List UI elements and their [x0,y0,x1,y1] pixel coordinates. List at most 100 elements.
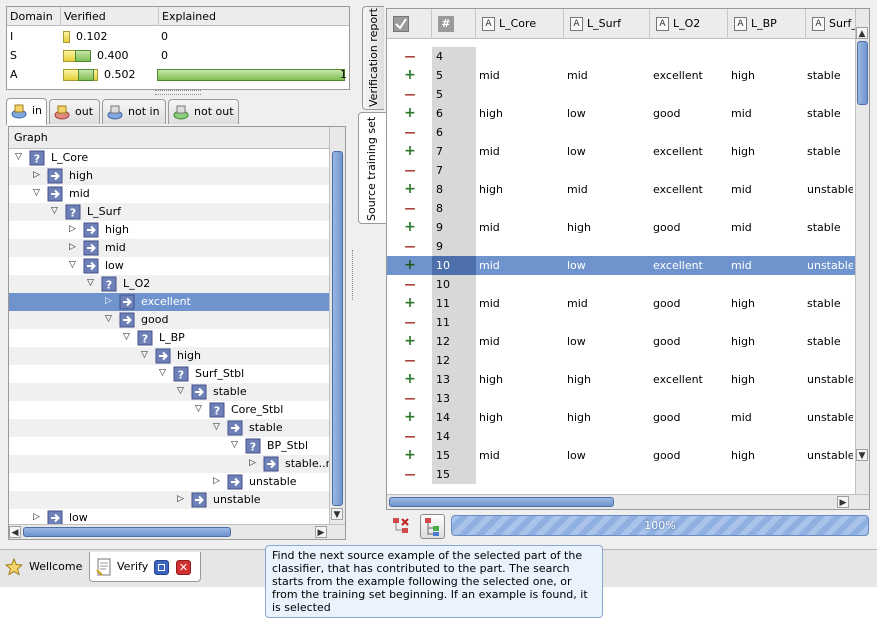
tree-node[interactable]: ▽? L_Core [9,149,329,167]
grid-row[interactable]: +10 mid low excellent mid unstable [387,256,855,275]
positive-example-icon[interactable]: + [403,408,417,427]
negative-example-icon[interactable]: — [403,351,417,370]
grid-cell[interactable]: unstable [807,446,853,465]
grid-cell[interactable]: mid [479,332,559,351]
collapsed-triangle-icon[interactable]: ▷ [175,494,186,505]
grid-cell[interactable]: high [731,370,811,389]
grid-cell[interactable]: excellent [653,256,733,275]
grid-cell[interactable]: high [567,370,647,389]
grid-cell[interactable]: low [567,142,647,161]
grid-cell[interactable]: high [479,104,559,123]
column-header-domain[interactable]: Domain [7,7,61,26]
negative-example-icon[interactable]: — [403,47,417,66]
tree-node[interactable]: ▽? L_Surf [9,203,329,221]
negative-example-icon[interactable]: — [403,427,417,446]
column-header-l-surf[interactable]: A L_Surf [564,9,650,39]
grid-cell[interactable]: good [653,218,733,237]
tree-node[interactable]: ▽? Core_Stbl [9,401,329,419]
grid-cell[interactable]: unstable [807,256,853,275]
column-header-explained[interactable]: Explained [159,7,349,26]
grid-cell[interactable]: mid [479,142,559,161]
grid-cell[interactable]: unstable [807,408,853,427]
tree-node[interactable]: ▷ high [9,221,329,239]
grid-row[interactable]: —6 [387,123,855,142]
grid-cell[interactable]: unstable [807,180,853,199]
grid-cell[interactable]: good [653,104,733,123]
tree-vertical-scroll-thumb[interactable] [332,151,343,506]
grid-row[interactable]: +8 high mid excellent mid unstable [387,180,855,199]
grid-cell[interactable]: good [653,332,733,351]
tree-node[interactable]: ▷ high [9,167,329,185]
grid-cell[interactable]: mid [731,104,811,123]
grid-cell[interactable]: stable [807,142,853,161]
negative-example-icon[interactable]: — [403,123,417,142]
expanded-triangle-icon[interactable]: ▽ [229,440,240,451]
grid-horizontal-scroll-thumb[interactable] [389,497,614,507]
grid-row[interactable]: +13 high high excellent high unstable [387,370,855,389]
collapsed-triangle-icon[interactable]: ▷ [211,476,222,487]
expanded-triangle-icon[interactable]: ▽ [103,314,114,325]
grid-row[interactable]: +14 high high good mid unstable [387,408,855,427]
tree-node[interactable]: ▷ excellent [9,293,329,311]
grid-cell[interactable]: mid [731,256,811,275]
grid-scroll-right-icon[interactable]: ▶ [837,496,849,508]
restore-window-icon[interactable] [154,560,169,575]
remove-example-button[interactable] [389,514,413,538]
grid-cell[interactable]: high [731,66,811,85]
positive-example-icon[interactable]: + [403,180,417,199]
grid-row[interactable]: +15 mid low good high unstable [387,446,855,465]
grid-cell[interactable]: stable [807,104,853,123]
grid-row[interactable]: +11 mid mid good high stable [387,294,855,313]
column-header-surf-stbl[interactable]: A Surf_Stbl [806,9,855,39]
grid-row[interactable]: +5 mid mid excellent high stable [387,66,855,85]
positive-example-icon[interactable]: + [403,294,417,313]
grid-cell[interactable]: mid [479,256,559,275]
collapsed-triangle-icon[interactable]: ▷ [67,224,78,235]
grid-cell[interactable]: unstable [807,370,853,389]
positive-example-icon[interactable]: + [403,370,417,389]
positive-example-icon[interactable]: + [403,218,417,237]
tab-source-training-set[interactable]: Source training set [358,112,386,224]
grid-cell[interactable]: high [731,142,811,161]
column-header-l-bp[interactable]: A L_BP [728,9,806,39]
splitter-handle[interactable] [155,90,201,95]
grid-cell[interactable]: high [731,446,811,465]
grid-cell[interactable]: stable [807,218,853,237]
grid-row[interactable]: +12 mid low good high stable [387,332,855,351]
tree-scroll-down-icon[interactable]: ▼ [331,508,343,520]
grid-cell[interactable]: low [567,332,647,351]
grid-cell[interactable]: mid [479,218,559,237]
expanded-triangle-icon[interactable]: ▽ [211,422,222,433]
tree-node[interactable]: ▽ stable [9,383,329,401]
grid-row[interactable]: —7 [387,161,855,180]
grid-row[interactable]: +6 high low good mid stable [387,104,855,123]
grid-cell[interactable]: mid [479,66,559,85]
grid-cell[interactable]: mid [567,66,647,85]
tab-out[interactable]: out [49,99,100,124]
find-next-example-button[interactable] [420,514,445,539]
tree-column-header[interactable]: Graph [9,127,329,149]
tree-node[interactable]: ▷ stable..r [9,455,330,473]
tree-node[interactable]: ▷ unstable [9,491,329,509]
domain-row[interactable]: S 0.400 0 [7,46,349,65]
grid-cell[interactable]: mid [731,180,811,199]
column-header-checked[interactable] [387,9,432,39]
tab-verification-report[interactable]: Verification report [362,6,384,110]
column-header-l-o2[interactable]: A L_O2 [650,9,728,39]
positive-example-icon[interactable]: + [403,332,417,351]
grid-row[interactable]: —5 [387,85,855,104]
grid-cell[interactable]: mid [567,294,647,313]
negative-example-icon[interactable]: — [403,313,417,332]
column-header-verified[interactable]: Verified [61,7,159,26]
expanded-triangle-icon[interactable]: ▽ [85,278,96,289]
grid-cell[interactable]: stable [807,294,853,313]
grid-row[interactable]: — 11 [387,313,855,332]
grid-cell[interactable]: high [731,332,811,351]
grid-scroll-up-icon[interactable]: ▲ [856,27,868,39]
positive-example-icon[interactable]: + [403,104,417,123]
collapsed-triangle-icon[interactable]: ▷ [247,458,258,469]
expanded-triangle-icon[interactable]: ▽ [67,260,78,271]
tab-not-out[interactable]: not out [168,99,239,124]
tab-not-in[interactable]: not in [102,99,166,124]
grid-cell[interactable]: stable [807,66,853,85]
